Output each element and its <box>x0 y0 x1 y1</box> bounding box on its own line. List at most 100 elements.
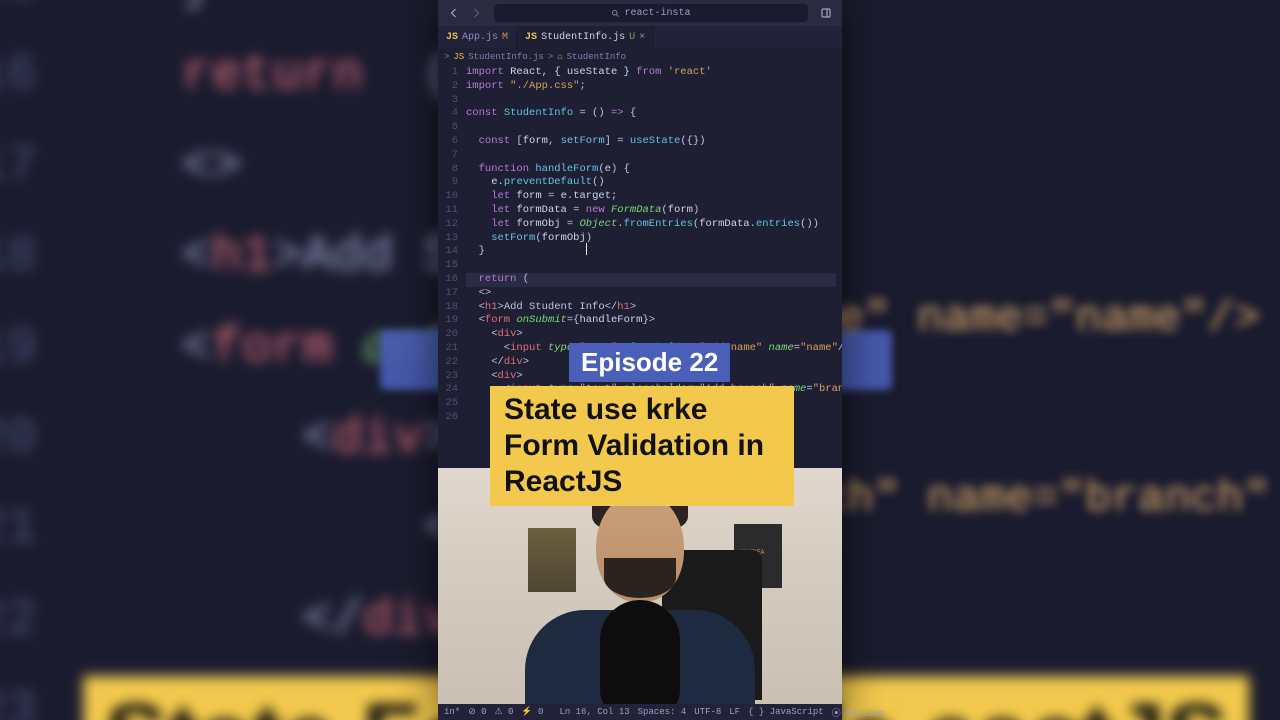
code-line[interactable]: 6 const [form, setForm] = useState({}) <box>438 135 842 149</box>
editor-tab[interactable]: JS App.js M <box>438 26 517 48</box>
text-cursor <box>586 243 587 255</box>
code-line[interactable]: 9 e.preventDefault() <box>438 176 842 190</box>
js-file-icon: JS <box>525 32 537 43</box>
breadcrumb[interactable]: > JS StudentInfo.js > ⌂ StudentInfo <box>438 48 842 66</box>
line-content: const [form, setForm] = useState({}) <box>466 135 706 149</box>
line-number: 2 <box>438 80 466 94</box>
status-errors[interactable]: ⊘ 0 <box>468 707 486 717</box>
status-cursor-pos[interactable]: Ln 16, Col 13 <box>559 707 629 717</box>
line-content: import "./App.css"; <box>466 80 586 94</box>
code-line[interactable]: 14 } <box>438 245 842 259</box>
code-line[interactable]: 8 function handleForm(e) { <box>438 163 842 177</box>
line-content: } <box>466 245 485 259</box>
code-line[interactable]: 4const StudentInfo = () => { <box>438 107 842 121</box>
presenter-beard <box>604 558 676 598</box>
code-line[interactable]: 12 let formObj = Object.fromEntries(form… <box>438 218 842 232</box>
nav-forward-button[interactable] <box>468 5 484 21</box>
line-content: let formObj = Object.fromEntries(formDat… <box>466 218 819 232</box>
tab-filename: StudentInfo.js <box>541 32 625 43</box>
status-warnings[interactable]: ⚠ 0 <box>495 707 514 717</box>
line-number: 20 <box>438 328 466 342</box>
panel-toggle-icon[interactable] <box>818 5 834 21</box>
status-ports[interactable]: ⚡ 0 <box>521 707 543 717</box>
line-content: <> <box>466 287 491 301</box>
line-content: <div> <box>466 328 523 342</box>
line-content: e.preventDefault() <box>466 176 605 190</box>
line-content: let formData = new FormData(form) <box>466 204 699 218</box>
status-bar: in* ⊘ 0 ⚠ 0 ⚡ 0 Ln 16, Col 13 Spaces: 4 … <box>438 704 842 720</box>
js-file-icon: JS <box>453 52 464 62</box>
line-number: 23 <box>438 370 466 384</box>
js-file-icon: JS <box>446 32 458 43</box>
line-number: 14 <box>438 245 466 259</box>
line-number: 7 <box>438 149 466 163</box>
search-text: react-insta <box>624 8 690 19</box>
code-line[interactable]: 19 <form onSubmit={handleForm}> <box>438 314 842 328</box>
line-content: </div> <box>466 356 529 370</box>
browser-topbar: react-insta <box>438 0 842 26</box>
video-title-box: State use krke Form Validation in ReactJ… <box>490 386 794 506</box>
line-number: 24 <box>438 383 466 397</box>
line-number: 6 <box>438 135 466 149</box>
status-encoding[interactable]: UTF-8 <box>694 707 721 717</box>
line-content: setForm(formObj) <box>466 232 592 246</box>
line-content: import React, { useState } from 'react' <box>466 66 712 80</box>
breadcrumb-prefix: > <box>444 52 449 62</box>
line-number: 22 <box>438 356 466 370</box>
line-number: 13 <box>438 232 466 246</box>
line-number: 11 <box>438 204 466 218</box>
status-go-live[interactable]: ⦿ Go Live <box>832 706 884 719</box>
tab-modified-indicator: U <box>629 32 635 43</box>
code-line[interactable]: 15 <box>438 259 842 273</box>
line-number: 19 <box>438 314 466 328</box>
breadcrumb-sep: > <box>548 52 553 62</box>
symbol-icon: ⌂ <box>557 52 562 62</box>
code-line[interactable]: 3 <box>438 94 842 108</box>
code-line[interactable]: 18 <h1>Add Student Info</h1> <box>438 301 842 315</box>
tab-modified-indicator: M <box>502 32 508 43</box>
line-number: 5 <box>438 121 466 135</box>
line-number: 26 <box>438 411 466 425</box>
line-content: <form onSubmit={handleForm}> <box>466 314 655 328</box>
episode-badge: Episode 22 <box>569 343 730 382</box>
line-number: 21 <box>438 342 466 356</box>
breadcrumb-symbol: StudentInfo <box>567 52 626 62</box>
code-line[interactable]: 2import "./App.css"; <box>438 80 842 94</box>
line-content: <div> <box>466 370 523 384</box>
line-number: 25 <box>438 397 466 411</box>
line-number: 17 <box>438 287 466 301</box>
wall-frame-left <box>528 528 576 592</box>
line-number: 9 <box>438 176 466 190</box>
line-content: <h1>Add Student Info</h1> <box>466 301 636 315</box>
line-number: 15 <box>438 259 466 273</box>
line-number: 4 <box>438 107 466 121</box>
breadcrumb-file: StudentInfo.js <box>468 52 544 62</box>
code-line[interactable]: 11 let formData = new FormData(form) <box>438 204 842 218</box>
code-line[interactable]: 5 <box>438 121 842 135</box>
code-line[interactable]: 10 let form = e.target; <box>438 190 842 204</box>
line-content: return ( <box>466 273 836 287</box>
tab-close-icon[interactable]: × <box>639 32 645 43</box>
status-language[interactable]: { } JavaScript <box>748 707 824 717</box>
code-line[interactable]: 1import React, { useState } from 'react' <box>438 66 842 80</box>
code-line[interactable]: 20 <div> <box>438 328 842 342</box>
status-eol[interactable]: LF <box>729 707 740 717</box>
line-number: 8 <box>438 163 466 177</box>
status-branch[interactable]: in* <box>444 707 460 717</box>
line-number: 1 <box>438 66 466 80</box>
line-content: const StudentInfo = () => { <box>466 107 636 121</box>
status-indent[interactable]: Spaces: 4 <box>638 707 687 717</box>
microphone <box>600 600 680 720</box>
url-search-bar[interactable]: react-insta <box>494 4 808 22</box>
code-line[interactable]: 7 <box>438 149 842 163</box>
editor-tab[interactable]: JS StudentInfo.js U × <box>517 26 654 48</box>
line-number: 3 <box>438 94 466 108</box>
code-line[interactable]: 17 <> <box>438 287 842 301</box>
code-line[interactable]: 16 return ( <box>438 273 842 287</box>
line-number: 18 <box>438 301 466 315</box>
code-line[interactable]: 13 setForm(formObj) <box>438 232 842 246</box>
nav-back-button[interactable] <box>446 5 462 21</box>
line-number: 16 <box>438 273 466 287</box>
tab-filename: App.js <box>462 32 498 43</box>
line-content: function handleForm(e) { <box>466 163 630 177</box>
